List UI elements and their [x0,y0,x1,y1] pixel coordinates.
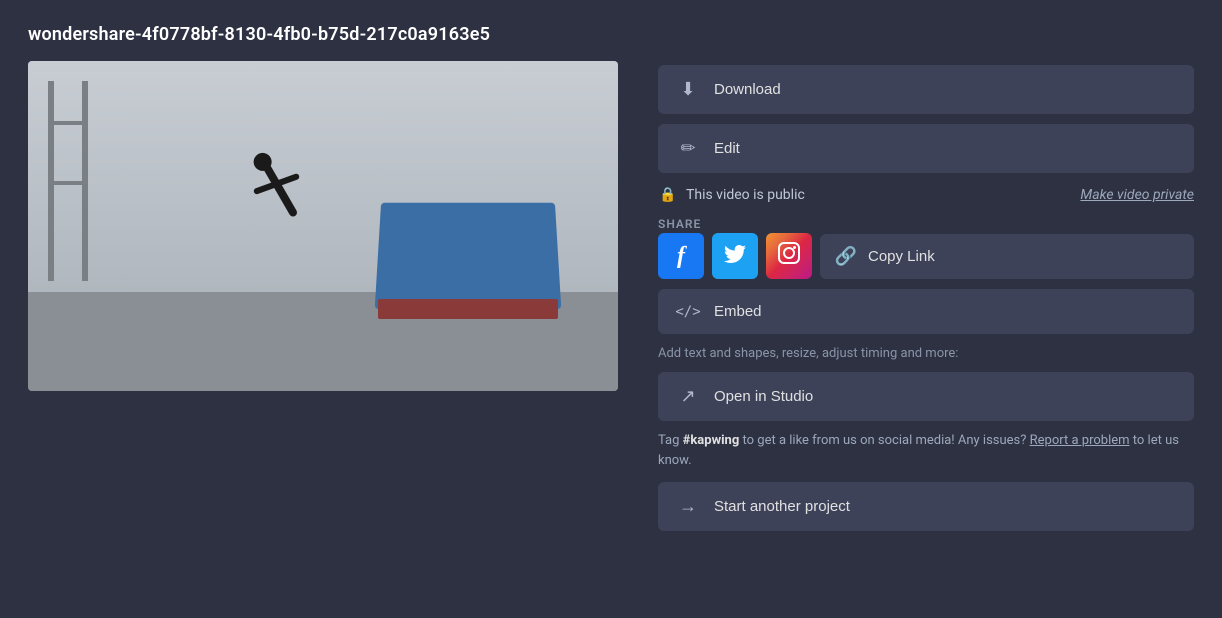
privacy-status-text: This video is public [686,187,805,203]
link-icon: 🔗 [836,246,856,267]
video-preview [28,61,618,391]
embed-button[interactable]: </> Embed [658,289,1194,334]
studio-helper-text: Add text and shapes, resize, adjust timi… [658,344,1194,364]
studio-section: Add text and shapes, resize, adjust timi… [658,344,1194,421]
embed-icon: </> [678,304,698,320]
edit-label: Edit [714,140,740,157]
instagram-button[interactable] [766,233,812,279]
twitter-button[interactable] [712,233,758,279]
promo-hashtag: #kapwing [683,433,740,448]
embed-label: Embed [714,303,762,320]
download-label: Download [714,81,781,98]
lock-icon: 🔒 [658,187,678,203]
promo-mid-text: to get a like from us on social media! A… [743,433,1027,448]
scene-mat [375,202,562,308]
open-in-studio-button[interactable]: ↗ Open in Studio [658,372,1194,421]
share-row: f [658,233,1194,279]
copy-link-button[interactable]: 🔗 Copy Link [820,234,1194,279]
privacy-status: 🔒 This video is public [658,187,805,203]
download-button[interactable]: ⬇ Download [658,65,1194,114]
social-promo-text: Tag #kapwing to get a like from us on so… [658,431,1194,473]
report-problem-link[interactable]: Report a problem [1030,433,1130,448]
download-icon: ⬇ [678,79,698,100]
share-label: SHARE [658,217,1194,231]
privacy-row: 🔒 This video is public Make video privat… [658,183,1194,207]
main-content: ⬇ Download ✏ Edit 🔒 This video is public… [28,61,1194,531]
external-link-icon: ↗ [678,386,698,407]
page-container: wondershare-4f0778bf-8130-4fb0-b75d-217c… [0,0,1222,555]
scene-ladder [48,81,88,281]
actions-panel: ⬇ Download ✏ Edit 🔒 This video is public… [658,61,1194,531]
open-in-studio-label: Open in Studio [714,388,813,405]
start-another-project-label: Start another project [714,498,850,515]
promo-tag-prefix: Tag [658,433,679,448]
facebook-button[interactable]: f [658,233,704,279]
edit-icon: ✏ [678,138,698,159]
page-title: wondershare-4f0778bf-8130-4fb0-b75d-217c… [28,24,1194,45]
arrow-right-icon: → [678,496,698,517]
edit-button[interactable]: ✏ Edit [658,124,1194,173]
facebook-icon: f [677,243,685,270]
share-section: SHARE f [658,217,1194,279]
twitter-icon [724,243,746,269]
start-another-project-button[interactable]: → Start another project [658,482,1194,531]
make-private-link[interactable]: Make video private [1080,187,1194,203]
copy-link-label: Copy Link [868,248,935,265]
instagram-icon [778,242,800,270]
scene-mat-red [378,299,558,319]
video-scene [28,61,618,391]
